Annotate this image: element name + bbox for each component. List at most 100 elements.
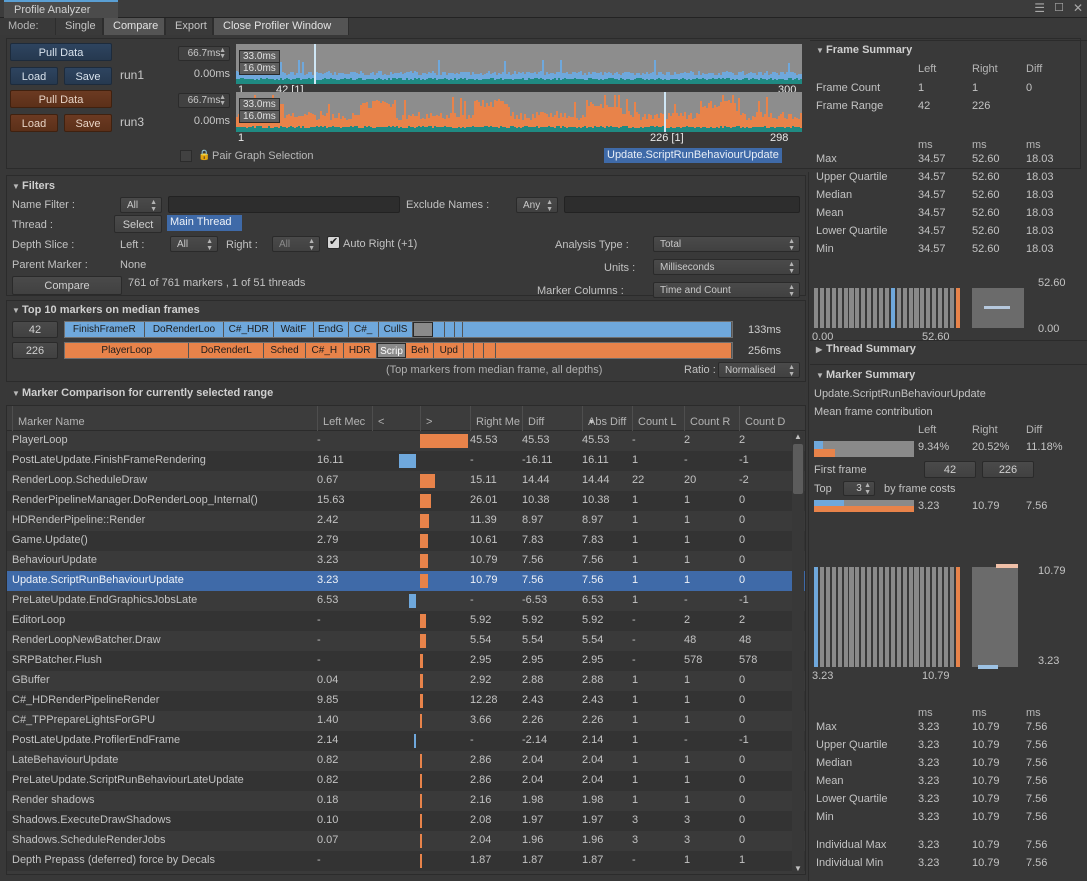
- auto-right-checkbox[interactable]: [327, 235, 340, 249]
- top10-segment[interactable]: [496, 343, 732, 358]
- top10-foldout[interactable]: ▼ Top 10 markers on median frames: [12, 304, 200, 316]
- thread-select-button[interactable]: Select: [114, 215, 162, 233]
- top10-segment[interactable]: [474, 343, 485, 358]
- top10-segment[interactable]: [455, 322, 464, 337]
- load-button-right[interactable]: Load: [10, 114, 58, 132]
- thread-value-chip[interactable]: Main Thread: [167, 215, 242, 231]
- table-row[interactable]: C#_HDRenderPipelineRender 9.85 12.28 2.43 2.…: [7, 691, 805, 711]
- table-row[interactable]: PreLateUpdate.ScriptRunBehaviourLateUpda…: [7, 771, 805, 791]
- save-button-left[interactable]: Save: [64, 67, 112, 85]
- table-row[interactable]: Depth Prepass (deferred) force by Decals…: [7, 851, 805, 871]
- compare-button[interactable]: Compare: [12, 276, 122, 295]
- table-row[interactable]: RenderLoopNewBatcher.Draw - 5.54 5.54 5.54 - 4…: [7, 631, 805, 651]
- table-column-header[interactable]: Count D: [739, 406, 794, 431]
- table-column-header[interactable]: Right Me: [470, 406, 522, 431]
- top10-segment[interactable]: [413, 322, 434, 337]
- top10-segment[interactable]: EndG: [313, 322, 349, 337]
- frame-graph-left[interactable]: [236, 44, 802, 84]
- menu-icon[interactable]: ☰: [1034, 2, 1045, 14]
- top10-segment[interactable]: Scrip: [376, 343, 407, 358]
- scrollbar-thumb[interactable]: [793, 444, 803, 494]
- table-row[interactable]: PostLateUpdate.ProfilerEndFrame 2.14- -2.1…: [7, 731, 805, 751]
- table-row[interactable]: C#_TPPrepareLightsForGPU 1.40 3.66 2.26 2.26…: [7, 711, 805, 731]
- table-row[interactable]: Forward Transparent0.011.881.861.86110: [7, 871, 805, 874]
- save-button-right[interactable]: Save: [64, 114, 112, 132]
- table-row[interactable]: RenderLoop.ScheduleDraw 0.67 15.11 14.44 14.…: [7, 471, 805, 491]
- top10-segment[interactable]: WaitF: [274, 322, 314, 337]
- load-button-left[interactable]: Load: [10, 67, 58, 85]
- table-column-header[interactable]: Diff: [522, 406, 582, 431]
- frame-graph-right[interactable]: [236, 92, 802, 132]
- maximize-icon[interactable]: ☐: [1054, 2, 1064, 14]
- mode-tab-compare[interactable]: Compare: [103, 18, 165, 35]
- first-frame-right-button[interactable]: 226: [982, 461, 1034, 478]
- table-row[interactable]: BehaviourUpdate 3.23 10.79 7.56 7.56 1 1 0: [7, 551, 805, 571]
- top10-segment[interactable]: PlayerLoop: [65, 343, 190, 358]
- table-row[interactable]: EditorLoop - 5.92 5.92 5.92 - 2 2: [7, 611, 805, 631]
- top10-segment[interactable]: [484, 343, 497, 358]
- top10-segment[interactable]: [463, 322, 732, 337]
- top10-segment[interactable]: C#_HDR: [224, 322, 275, 337]
- table-row[interactable]: PostLateUpdate.FinishFrameRendering 16.11…: [7, 451, 805, 471]
- top10-segment[interactable]: DoRenderL: [189, 343, 265, 358]
- table-row[interactable]: SRPBatcher.Flush - 2.95 2.95 2.95 - 578 578: [7, 651, 805, 671]
- scroll-down-icon[interactable]: ▼: [794, 864, 802, 873]
- stepper-icon-top[interactable]: ▲ ▼: [864, 482, 871, 496]
- first-frame-left-button[interactable]: 42: [924, 461, 976, 478]
- table-column-header[interactable]: ▼ Abs Diff: [582, 406, 632, 431]
- table-column-header[interactable]: Left Mec: [317, 406, 372, 431]
- analysis-type-dropdown[interactable]: Total ▲ ▼: [653, 236, 800, 252]
- table-row[interactable]: PlayerLoop - 45.53 45.53 45.53 - 2 2: [7, 431, 805, 451]
- stepper-icon-right-max[interactable]: ▲ ▼: [219, 94, 226, 107]
- table-column-header[interactable]: <: [372, 406, 420, 431]
- table-row[interactable]: HDRenderPipeline::Render 2.42 11.39 8.97 8.9…: [7, 511, 805, 531]
- thread-summary-foldout[interactable]: ▶ Thread Summary: [816, 343, 916, 355]
- exclude-names-input[interactable]: [564, 196, 800, 213]
- top10-segment[interactable]: Beh: [406, 343, 435, 358]
- table-column-header[interactable]: Marker Name: [12, 406, 317, 431]
- table-row[interactable]: GBuffer 0.04 2.92 2.88 2.88 1 1 0: [7, 671, 805, 691]
- top10-frame-left[interactable]: 42: [12, 321, 58, 338]
- table-row[interactable]: PreLateUpdate.EndGraphicsJobsLate 6.53- -6…: [7, 591, 805, 611]
- name-filter-mode-dropdown[interactable]: All ▲ ▼: [120, 197, 162, 213]
- range-max-field-right[interactable]: 66.7ms ▲ ▼: [178, 93, 230, 108]
- top10-segment[interactable]: DoRenderLoo: [144, 322, 225, 337]
- table-scrollbar[interactable]: ▲ ▼: [792, 432, 804, 873]
- scroll-up-icon[interactable]: ▲: [794, 432, 802, 441]
- depth-left-dropdown[interactable]: All ▲ ▼: [170, 236, 218, 252]
- depth-right-dropdown[interactable]: All ▲ ▼: [272, 236, 320, 252]
- top10-segment[interactable]: Upd: [434, 343, 465, 358]
- table-row[interactable]: LateBehaviourUpdate 0.82 2.86 2.04 2.04 1 1 0: [7, 751, 805, 771]
- stepper-icon-left-max[interactable]: ▲ ▼: [219, 47, 226, 60]
- table-row[interactable]: Render shadows 0.18 2.16 1.98 1.98 1 1 0: [7, 791, 805, 811]
- top10-segment[interactable]: C#_H: [305, 343, 344, 358]
- pull-data-button-right[interactable]: Pull Data: [10, 90, 112, 108]
- marker-summary-foldout[interactable]: ▼ Marker Summary: [816, 369, 915, 381]
- pull-data-button-left[interactable]: Pull Data: [10, 43, 112, 61]
- top10-segment[interactable]: [433, 322, 446, 337]
- marker-columns-dropdown[interactable]: Time and Count ▲ ▼: [653, 282, 800, 298]
- close-icon[interactable]: ✕: [1073, 2, 1083, 14]
- top10-ratio-dropdown[interactable]: Normalised ▲ ▼: [718, 362, 800, 378]
- table-column-header[interactable]: Count R: [684, 406, 739, 431]
- table-row[interactable]: Game.Update() 2.79 10.61 7.83 7.83 1 1 0: [7, 531, 805, 551]
- top10-segment[interactable]: FinishFrameR: [65, 322, 145, 337]
- pair-graph-selection-checkbox[interactable]: [180, 150, 192, 162]
- selected-marker-chip[interactable]: Update.ScriptRunBehaviourUpdate: [604, 148, 782, 163]
- mode-tab-single[interactable]: Single: [55, 18, 103, 35]
- top10-segment[interactable]: [445, 322, 456, 337]
- exclude-mode-dropdown[interactable]: Any ▲ ▼: [516, 197, 558, 213]
- top10-segment[interactable]: CullS: [378, 322, 414, 337]
- top10-stackbar-right[interactable]: PlayerLoop DoRenderL Sched C#_H HDR Scrip Beh U…: [64, 342, 733, 359]
- table-row[interactable]: RenderPipelineManager.DoRenderLoop_Inter…: [7, 491, 805, 511]
- marker-table-foldout[interactable]: ▼ Marker Comparison for currently selecte…: [12, 387, 273, 399]
- table-row[interactable]: Shadows.ExecuteDrawShadows 0.10 2.08 1.97 1.…: [7, 811, 805, 831]
- mode-tab-export[interactable]: Export: [165, 18, 213, 35]
- window-tab[interactable]: Profile Analyzer: [4, 0, 118, 18]
- frame-summary-foldout[interactable]: ▼ Frame Summary: [816, 44, 912, 56]
- top10-segment[interactable]: Sched: [264, 343, 306, 358]
- table-column-header[interactable]: Count L: [632, 406, 684, 431]
- units-dropdown[interactable]: Milliseconds ▲ ▼: [653, 259, 800, 275]
- top10-frame-right[interactable]: 226: [12, 342, 58, 359]
- top10-segment[interactable]: [464, 343, 475, 358]
